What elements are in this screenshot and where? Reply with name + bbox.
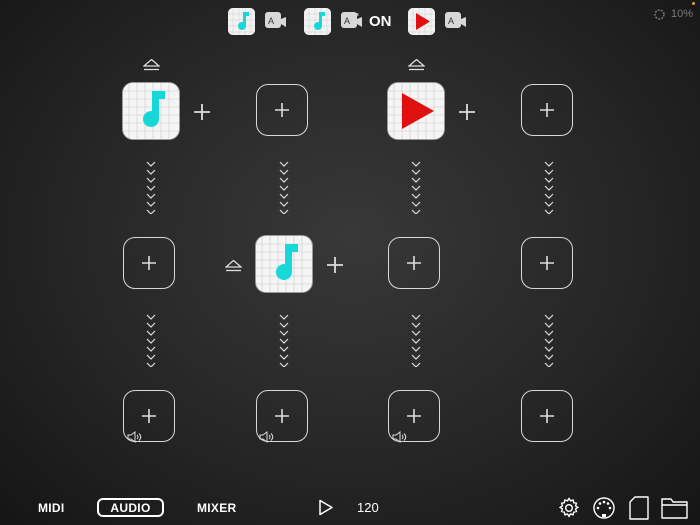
plugin-slot-note[interactable] [256, 236, 312, 292]
musical-note-plugin-icon[interactable] [304, 8, 331, 35]
empty-slot-add-button[interactable] [521, 237, 573, 289]
empty-slot-add-button[interactable] [521, 390, 573, 442]
signal-flow-chevrons-icon [410, 160, 422, 219]
signal-flow-chevrons-icon [278, 160, 290, 219]
audiobus-icon[interactable]: A [264, 9, 288, 33]
empty-slot-add-button[interactable] [388, 237, 440, 289]
add-between-icon[interactable] [326, 256, 344, 274]
speaker-icon[interactable] [259, 430, 274, 443]
eject-icon[interactable] [407, 58, 426, 71]
add-between-icon[interactable] [458, 103, 476, 121]
signal-flow-chevrons-icon [145, 313, 157, 372]
empty-slot-add-button[interactable] [256, 84, 308, 136]
cpu-gear-icon [653, 8, 666, 26]
tab-mixer[interactable]: MIXER [197, 501, 237, 515]
signal-flow-chevrons-icon [410, 313, 422, 372]
signal-flow-chevrons-icon [543, 160, 555, 219]
audiobus-icon[interactable]: A [444, 9, 468, 33]
svg-text:A: A [268, 16, 274, 26]
plugin-slot-note[interactable] [123, 83, 179, 139]
plugin-slot-play[interactable] [388, 83, 444, 139]
gear-icon[interactable] [557, 496, 581, 525]
eject-icon[interactable] [224, 259, 243, 272]
svg-text:A: A [448, 16, 454, 26]
signal-flow-chevrons-icon [278, 313, 290, 372]
signal-flow-chevrons-icon [145, 160, 157, 219]
on-label[interactable]: ON [369, 13, 392, 30]
musical-note-plugin-icon[interactable] [228, 8, 255, 35]
play-triangle-plugin-icon[interactable] [408, 8, 435, 35]
svg-text:A: A [344, 16, 350, 26]
audiobus-icon[interactable]: A [340, 9, 364, 33]
document-icon[interactable] [629, 496, 649, 525]
empty-slot-add-button[interactable] [123, 237, 175, 289]
eject-icon[interactable] [142, 58, 161, 71]
add-between-icon[interactable] [193, 103, 211, 121]
cpu-usage: 10% [671, 8, 694, 20]
status-dot [692, 2, 695, 5]
speaker-icon[interactable] [392, 430, 407, 443]
tempo-value[interactable]: 120 [357, 500, 379, 515]
play-icon[interactable] [318, 499, 334, 521]
speaker-icon[interactable] [127, 430, 142, 443]
midi-port-icon[interactable] [592, 497, 616, 524]
folder-icon[interactable] [661, 497, 688, 524]
signal-flow-chevrons-icon [543, 313, 555, 372]
empty-slot-add-button[interactable] [521, 84, 573, 136]
tab-midi[interactable]: MIDI [38, 501, 65, 515]
tab-audio[interactable]: AUDIO [97, 498, 164, 517]
